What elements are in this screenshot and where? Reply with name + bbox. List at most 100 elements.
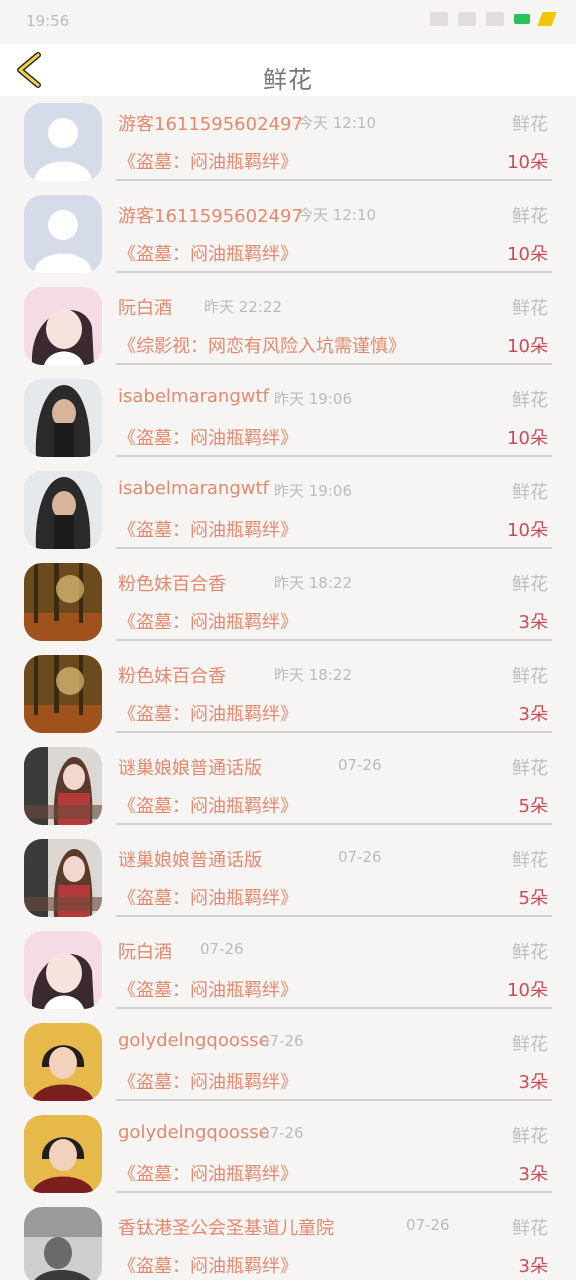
gift-count: 10朵 (507, 520, 548, 541)
avatar[interactable] (24, 563, 102, 641)
work-title[interactable]: 《盗墓：闷油瓶羁绊》 (118, 240, 298, 266)
gift-type: 鲜花 (512, 1218, 548, 1239)
work-title[interactable]: 《盗墓：闷油瓶羁绊》 (118, 424, 298, 450)
gift-count: 5朵 (518, 796, 548, 817)
avatar[interactable] (24, 379, 102, 457)
avatar[interactable] (24, 195, 102, 273)
sender-name[interactable]: isabelmarangwtf (118, 478, 269, 499)
status-icons (430, 12, 557, 26)
send-time: 昨天 18:22 (274, 574, 352, 592)
divider (116, 731, 552, 733)
user-photo (24, 1115, 102, 1193)
gift-type: 鲜花 (512, 1034, 548, 1055)
gift-type: 鲜花 (512, 114, 548, 135)
sender-name[interactable]: 谜巢娘娘普通话版 (118, 846, 262, 872)
sender-name[interactable]: golydelngqoosse (118, 1030, 270, 1051)
list-item[interactable]: 阮白酒 07-26 鲜花 《盗墓：闷油瓶羁绊》 10朵 (0, 924, 576, 1016)
divider (116, 1099, 552, 1101)
work-title[interactable]: 《盗墓：闷油瓶羁绊》 (118, 700, 298, 726)
user-photo (24, 931, 102, 1009)
sender-name[interactable]: 游客1611595602497 (118, 202, 303, 228)
sender-name[interactable]: 香钛港圣公会圣基道儿童院 (118, 1214, 334, 1240)
list-item[interactable]: golydelngqoosse 07-26 鲜花 《盗墓：闷油瓶羁绊》 3朵 (0, 1108, 576, 1200)
user-photo (24, 747, 102, 825)
sender-name[interactable]: isabelmarangwtf (118, 386, 269, 407)
user-photo (24, 287, 102, 365)
list-item[interactable]: 香钛港圣公会圣基道儿童院 07-26 鲜花 《盗墓：闷油瓶羁绊》 3朵 (0, 1200, 576, 1280)
avatar[interactable] (24, 1207, 102, 1280)
wifi-icon (486, 12, 504, 26)
avatar[interactable] (24, 287, 102, 365)
page-title: 鲜花 (263, 66, 313, 94)
divider (116, 823, 552, 825)
avatar[interactable] (24, 839, 102, 917)
work-title[interactable]: 《盗墓：闷油瓶羁绊》 (118, 792, 298, 818)
work-title[interactable]: 《盗墓：闷油瓶羁绊》 (118, 976, 298, 1002)
list-item[interactable]: 游客1611595602497 今天 12:10 鲜花 《盗墓：闷油瓶羁绊》 1… (0, 96, 576, 188)
list-item[interactable]: isabelmarangwtf 昨天 19:06 鲜花 《盗墓：闷油瓶羁绊》 1… (0, 464, 576, 556)
send-time: 07-26 (338, 756, 382, 774)
list-item[interactable]: 粉色妹百合香 昨天 18:22 鲜花 《盗墓：闷油瓶羁绊》 3朵 (0, 648, 576, 740)
user-photo (24, 563, 102, 641)
send-time: 07-26 (338, 848, 382, 866)
avatar[interactable] (24, 103, 102, 181)
default-avatar-icon (24, 103, 102, 181)
gift-type: 鲜花 (512, 850, 548, 871)
work-title[interactable]: 《盗墓：闷油瓶羁绊》 (118, 1160, 298, 1186)
avatar[interactable] (24, 1023, 102, 1101)
divider (116, 363, 552, 365)
divider (116, 1191, 552, 1193)
work-title[interactable]: 《盗墓：闷油瓶羁绊》 (118, 608, 298, 634)
gift-count: 10朵 (507, 336, 548, 357)
send-time: 今天 12:10 (298, 206, 376, 224)
gift-type: 鲜花 (512, 206, 548, 227)
user-photo (24, 655, 102, 733)
work-title[interactable]: 《盗墓：闷油瓶羁绊》 (118, 148, 298, 174)
list-item[interactable]: 阮白酒 昨天 22:22 鲜花 《综影视：网恋有风险入坑需谨慎》 10朵 (0, 280, 576, 372)
list-item[interactable]: 游客1611595602497 今天 12:10 鲜花 《盗墓：闷油瓶羁绊》 1… (0, 188, 576, 280)
user-photo (24, 1023, 102, 1101)
gift-type: 鲜花 (512, 390, 548, 411)
gift-count: 3朵 (518, 612, 548, 633)
work-title[interactable]: 《盗墓：闷油瓶羁绊》 (118, 884, 298, 910)
list-item[interactable]: isabelmarangwtf 昨天 19:06 鲜花 《盗墓：闷油瓶羁绊》 1… (0, 372, 576, 464)
avatar[interactable] (24, 655, 102, 733)
list-item[interactable]: 谜巢娘娘普通话版 07-26 鲜花 《盗墓：闷油瓶羁绊》 5朵 (0, 740, 576, 832)
sender-name[interactable]: 粉色妹百合香 (118, 662, 226, 688)
battery-icon (514, 14, 530, 24)
avatar[interactable] (24, 747, 102, 825)
divider (116, 639, 552, 641)
gift-type: 鲜花 (512, 1126, 548, 1147)
divider (116, 547, 552, 549)
gift-count: 10朵 (507, 428, 548, 449)
sender-name[interactable]: 阮白酒 (118, 938, 172, 964)
gift-count: 3朵 (518, 1072, 548, 1093)
hd-icon (430, 12, 448, 26)
user-photo (24, 1207, 102, 1280)
user-photo (24, 839, 102, 917)
charging-icon (537, 12, 557, 26)
sender-name[interactable]: 阮白酒 (118, 294, 172, 320)
list-item[interactable]: 谜巢娘娘普通话版 07-26 鲜花 《盗墓：闷油瓶羁绊》 5朵 (0, 832, 576, 924)
sender-name[interactable]: 谜巢娘娘普通话版 (118, 754, 262, 780)
work-title[interactable]: 《盗墓：闷油瓶羁绊》 (118, 1068, 298, 1094)
avatar[interactable] (24, 931, 102, 1009)
sender-name[interactable]: 游客1611595602497 (118, 110, 303, 136)
work-title[interactable]: 《综影视：网恋有风险入坑需谨慎》 (118, 332, 406, 358)
work-title[interactable]: 《盗墓：闷油瓶羁绊》 (118, 516, 298, 542)
list-item[interactable]: 粉色妹百合香 昨天 18:22 鲜花 《盗墓：闷油瓶羁绊》 3朵 (0, 556, 576, 648)
gift-count: 5朵 (518, 888, 548, 909)
list-item[interactable]: golydelngqoosse 07-26 鲜花 《盗墓：闷油瓶羁绊》 3朵 (0, 1016, 576, 1108)
avatar[interactable] (24, 1115, 102, 1193)
status-time: 19:56 (26, 12, 70, 30)
work-title[interactable]: 《盗墓：闷油瓶羁绊》 (118, 1252, 298, 1278)
status-bar: 19:56 (0, 0, 576, 44)
gift-record-list[interactable]: 游客1611595602497 今天 12:10 鲜花 《盗墓：闷油瓶羁绊》 1… (0, 96, 576, 1280)
send-time: 07-26 (200, 940, 244, 958)
sender-name[interactable]: 粉色妹百合香 (118, 570, 226, 596)
sender-name[interactable]: golydelngqoosse (118, 1122, 270, 1143)
avatar[interactable] (24, 471, 102, 549)
gift-count: 3朵 (518, 704, 548, 725)
gift-type: 鲜花 (512, 298, 548, 319)
user-photo (24, 471, 102, 549)
